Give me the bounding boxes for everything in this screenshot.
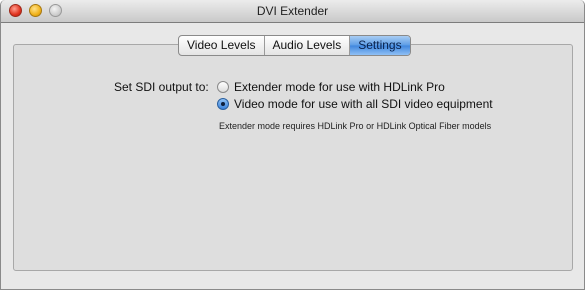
- extender-mode-radio[interactable]: [217, 81, 229, 93]
- video-mode-radio[interactable]: [217, 98, 229, 110]
- tab-settings[interactable]: Settings: [350, 36, 410, 55]
- video-mode-option[interactable]: Video mode for use with all SDI video eq…: [217, 97, 493, 111]
- extender-mode-option[interactable]: Extender mode for use with HDLink Pro: [217, 80, 445, 94]
- settings-panel: [13, 44, 573, 271]
- video-mode-label[interactable]: Video mode for use with all SDI video eq…: [234, 97, 493, 111]
- tab-audio-levels[interactable]: Audio Levels: [265, 36, 351, 55]
- app-window: DVI Extender Video Levels Audio Levels S…: [0, 0, 585, 290]
- tab-bar: Video Levels Audio Levels Settings: [178, 35, 411, 56]
- sdi-output-label: Set SDI output to:: [114, 80, 209, 94]
- tab-video-levels[interactable]: Video Levels: [179, 36, 265, 55]
- extender-mode-label[interactable]: Extender mode for use with HDLink Pro: [234, 80, 445, 94]
- window-title: DVI Extender: [256, 4, 329, 18]
- title-bar: DVI Extender: [1, 0, 584, 23]
- extender-mode-note: Extender mode requires HDLink Pro or HDL…: [219, 121, 492, 131]
